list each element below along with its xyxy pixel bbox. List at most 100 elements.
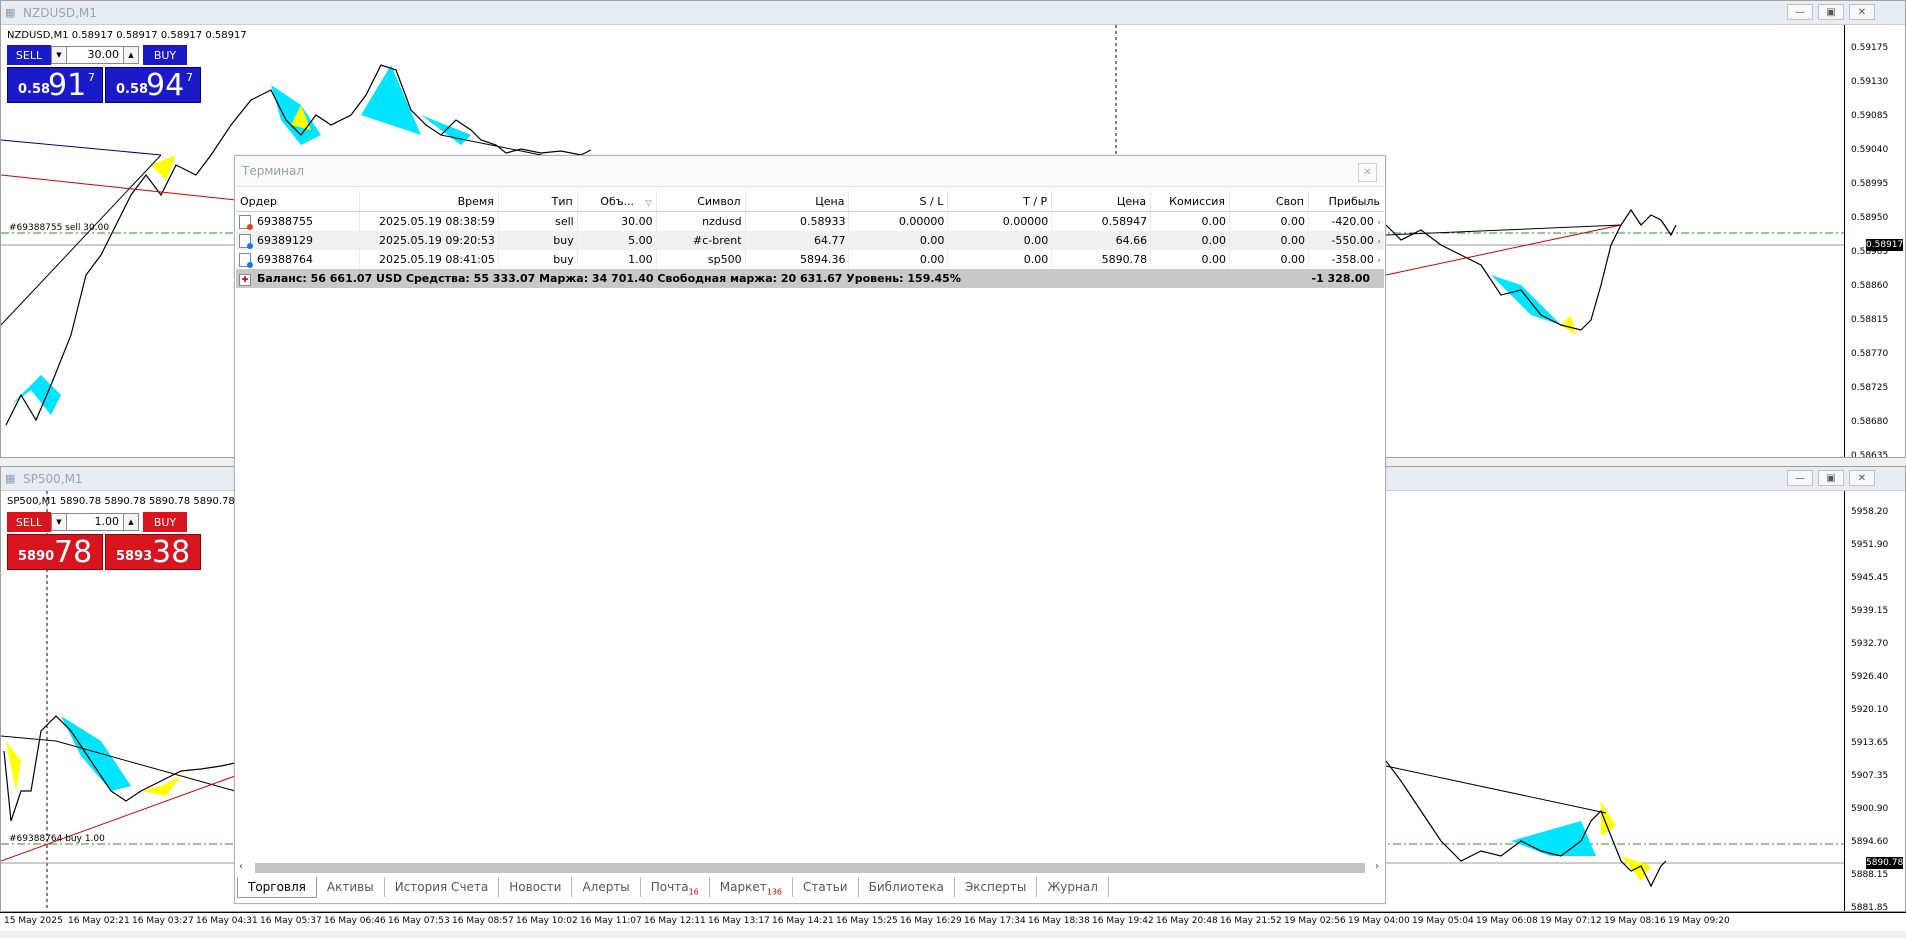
tab-badge: 16 xyxy=(688,887,699,897)
sell-button[interactable]: SELL xyxy=(7,45,51,65)
cell[interactable]: 0.00000 xyxy=(947,211,1053,231)
cell[interactable]: 0.00000 xyxy=(848,211,949,231)
lot-input[interactable]: 30.00 xyxy=(67,46,123,64)
col-type[interactable]: Тип xyxy=(498,191,578,212)
time-tick: 16 May 10:02 xyxy=(516,916,578,926)
ask-price-box[interactable]: 5893 38 xyxy=(105,534,201,570)
sell-button[interactable]: SELL xyxy=(7,512,51,532)
cell: 30.00 xyxy=(577,211,657,231)
tab-3[interactable]: Новости xyxy=(499,877,573,897)
cell[interactable]: 0.00 xyxy=(848,231,949,250)
close-position-icon[interactable]: › xyxy=(1377,218,1381,228)
terminal-title[interactable]: Терминал xyxy=(235,156,1385,187)
close-icon[interactable]: ✕ xyxy=(1849,4,1875,20)
scroll-right-icon[interactable]: › xyxy=(1375,861,1379,872)
tab-9[interactable]: Эксперты xyxy=(955,877,1038,897)
restore-icon[interactable]: ▣ xyxy=(1818,4,1844,20)
tab-2[interactable]: История Счета xyxy=(385,877,500,897)
tab-label: Торговля xyxy=(248,880,306,894)
minimize-icon[interactable]: — xyxy=(1787,470,1813,486)
col-order[interactable]: Ордер xyxy=(236,191,360,212)
ask-big: 38 xyxy=(152,535,191,570)
total-profit: -1 328.00 xyxy=(1308,269,1384,288)
tab-1[interactable]: Активы xyxy=(317,877,385,897)
col-price[interactable]: Цена xyxy=(745,191,850,212)
chart-title-bar[interactable]: ▦ NZDUSD,M1 xyxy=(1,1,1905,25)
close-icon[interactable]: ✕ xyxy=(1849,470,1875,486)
tab-4[interactable]: Алерты xyxy=(572,877,641,897)
minimize-icon[interactable]: — xyxy=(1787,4,1813,20)
terminal-window[interactable]: Терминал ✕ Ордер Время Тип Объ... ▽ Симв… xyxy=(234,155,1386,904)
cell: 0.00 xyxy=(1150,211,1231,231)
col-volume[interactable]: Объ... ▽ xyxy=(577,191,657,212)
time-tick: 16 May 06:46 xyxy=(324,916,386,926)
cell[interactable]: 0.00 xyxy=(947,250,1053,269)
balance-summary: ✚ Баланс: 56 661.07 USD Средства: 55 333.… xyxy=(236,269,1309,288)
table-row[interactable]: 69388755 2025.05.19 08:38:59 sell 30.00 … xyxy=(236,211,1384,231)
sort-desc-icon: ▽ xyxy=(645,197,652,207)
time-tick: 16 May 08:57 xyxy=(452,916,514,926)
ohlc-readout: SP500,M1 5890.78 5890.78 5890.78 5890.78 xyxy=(7,496,235,507)
col-tp[interactable]: T / P xyxy=(947,191,1053,212)
one-click-trading-panel[interactable]: SELL ▼ 30.00 ▲ BUY 0.58 91 7 0.58 94 7 xyxy=(7,45,201,103)
cell-order: 69388755 xyxy=(236,211,360,231)
close-icon[interactable]: ✕ xyxy=(1358,163,1377,182)
bid-price-box[interactable]: 5890 78 xyxy=(7,534,103,570)
col-profit[interactable]: Прибыль xyxy=(1308,191,1384,212)
one-click-trading-panel[interactable]: SELL ▼ 1.00 ▲ BUY 5890 78 5893 38 xyxy=(7,512,201,570)
price-tick: 0.58680 xyxy=(1851,417,1889,427)
price-tick: 0.58770 xyxy=(1851,349,1889,359)
scroll-thumb[interactable] xyxy=(255,863,1365,873)
cell[interactable]: 0.00 xyxy=(848,250,949,269)
col-symbol[interactable]: Символ xyxy=(656,191,746,212)
order-line-label: #69388755 sell 30.00 xyxy=(9,223,110,233)
cell: sell xyxy=(498,211,578,231)
bid-price-box[interactable]: 0.58 91 7 xyxy=(7,67,103,103)
cell: nzdusd xyxy=(656,211,746,231)
buy-button[interactable]: BUY xyxy=(143,45,187,65)
tab-8[interactable]: Библиотека xyxy=(859,877,955,897)
col-sl[interactable]: S / L xyxy=(848,191,949,212)
tab-0[interactable]: Торговля xyxy=(237,877,317,898)
restore-icon[interactable]: ▣ xyxy=(1818,470,1844,486)
tab-7[interactable]: Статьи xyxy=(793,877,859,897)
col-commission[interactable]: Комиссия xyxy=(1150,191,1231,212)
horizontal-scrollbar[interactable]: ‹ › xyxy=(237,861,1383,875)
bid-sup: 7 xyxy=(88,71,95,84)
profit-value: -550.00 xyxy=(1331,234,1374,247)
col-swap[interactable]: Своп xyxy=(1229,191,1309,212)
lot-decrease-icon[interactable]: ▼ xyxy=(51,513,67,531)
col-time[interactable]: Время xyxy=(359,191,499,212)
cell: buy xyxy=(498,231,578,250)
cell[interactable]: 0.00 xyxy=(947,231,1053,250)
time-tick: 19 May 02:56 xyxy=(1284,916,1346,926)
scroll-left-icon[interactable]: ‹ xyxy=(239,861,243,872)
buy-order-icon xyxy=(239,252,253,268)
tab-6[interactable]: Маркет136 xyxy=(710,877,794,897)
close-position-icon[interactable]: › xyxy=(1377,237,1381,247)
price-tick: 5939.15 xyxy=(1851,606,1889,616)
ask-price-box[interactable]: 0.58 94 7 xyxy=(105,67,201,103)
close-position-icon[interactable]: › xyxy=(1377,256,1381,266)
ask-sup: 7 xyxy=(186,71,193,84)
table-row[interactable]: 69388764 2025.05.19 08:41:05 buy 1.00 sp… xyxy=(236,250,1384,269)
cell: 0.58933 xyxy=(745,211,850,231)
lot-decrease-icon[interactable]: ▼ xyxy=(51,46,67,64)
tab-label: История Счета xyxy=(394,880,489,894)
bid-prefix: 5890 xyxy=(18,549,55,564)
lot-input[interactable]: 1.00 xyxy=(67,513,123,531)
bid-big: 78 xyxy=(54,535,93,570)
buy-button[interactable]: BUY xyxy=(143,512,187,532)
tab-10[interactable]: Журнал xyxy=(1037,877,1109,897)
order-id: 69388755 xyxy=(257,214,313,228)
tab-5[interactable]: Почта16 xyxy=(641,877,710,897)
time-tick: 16 May 13:17 xyxy=(708,916,770,926)
table-row[interactable]: 69389129 2025.05.19 09:20:53 buy 5.00 #c… xyxy=(236,231,1384,250)
time-tick: 16 May 15:25 xyxy=(836,916,898,926)
time-tick: 19 May 04:00 xyxy=(1348,916,1410,926)
trade-table: Ордер Время Тип Объ... ▽ Символ Цена S /… xyxy=(236,191,1384,288)
time-tick: 16 May 05:37 xyxy=(260,916,322,926)
lot-increase-icon[interactable]: ▲ xyxy=(123,513,139,531)
col-current-price[interactable]: Цена xyxy=(1051,191,1152,212)
lot-increase-icon[interactable]: ▲ xyxy=(123,46,139,64)
